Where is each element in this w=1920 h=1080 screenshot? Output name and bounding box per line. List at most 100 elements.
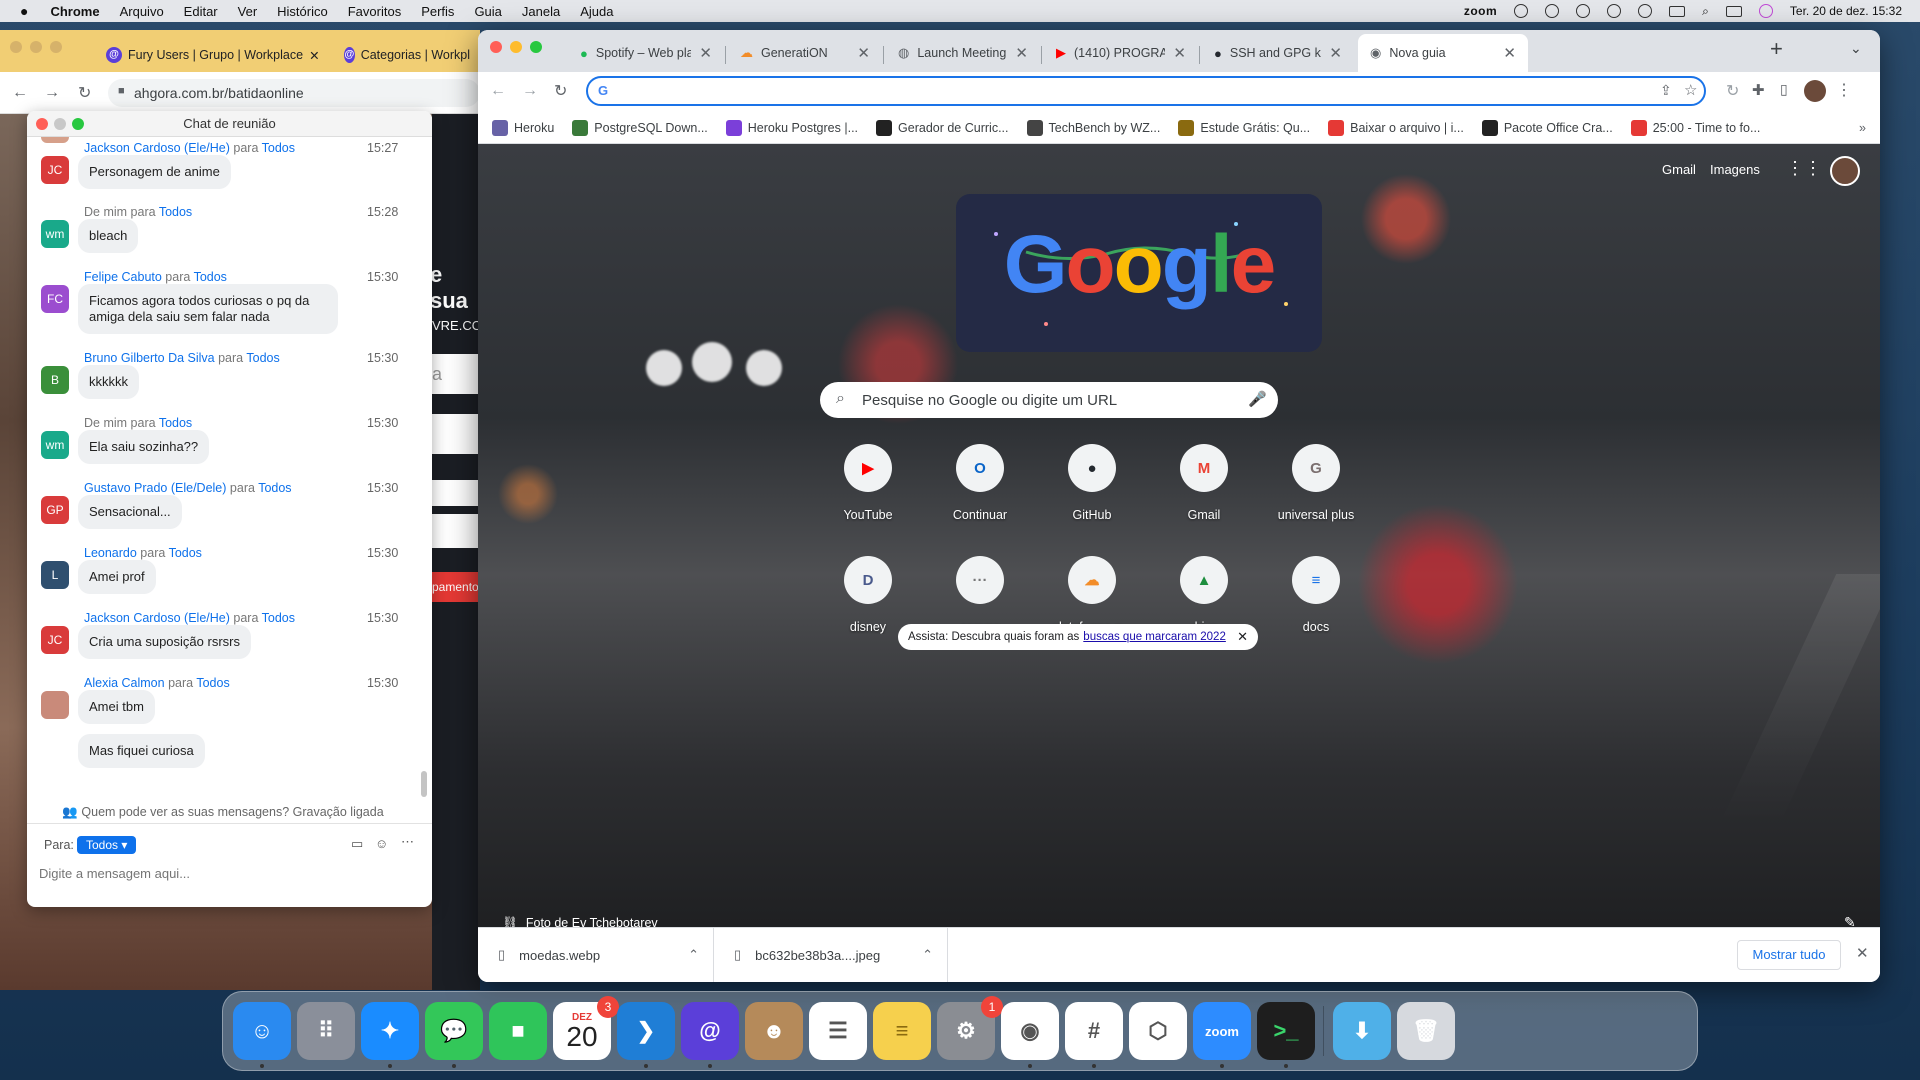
images-link[interactable]: Imagens (1710, 162, 1760, 177)
avatar[interactable]: FC (41, 285, 69, 313)
message-bubble[interactable]: Ela saiu sozinha?? (78, 430, 210, 464)
close-dot-icon[interactable] (490, 41, 502, 53)
recipient-name[interactable]: Todos (262, 141, 295, 155)
avatar[interactable]: wm (41, 431, 69, 459)
sender-name[interactable]: Felipe Cabuto (84, 270, 162, 284)
profile-avatar[interactable] (1804, 80, 1826, 102)
recipient-name[interactable]: Todos (159, 416, 192, 430)
recipient-name[interactable]: Todos (169, 546, 202, 560)
menu-item-ver[interactable]: Ver (238, 4, 258, 19)
recipient-name[interactable]: Todos (262, 611, 295, 625)
shortcut-tile[interactable]: M Gmail (1158, 444, 1250, 522)
control-center-icon[interactable] (1725, 5, 1742, 17)
bluetooth-icon[interactable] (1607, 4, 1622, 18)
insomnia-icon[interactable]: ⬡ (1129, 1002, 1187, 1060)
message-bubble[interactable]: Cria uma suposição rsrsrs (78, 625, 251, 659)
menu-app-name[interactable]: Chrome (50, 4, 99, 19)
sender-name[interactable]: Jackson Cardoso (Ele/He) (84, 611, 230, 625)
background-input[interactable]: a (432, 354, 480, 394)
bookmark-item[interactable]: PostgreSQL Down... (572, 119, 708, 136)
tab-globe[interactable]: ◍ Launch Meeting - Zoom ✕ (886, 34, 1040, 72)
wifi-off-icon[interactable] (1638, 4, 1653, 18)
tab-fury-users[interactable]: @ Fury Users | Grupo | Workplace ✕ (96, 38, 330, 72)
close-icon[interactable]: ✕ (1173, 44, 1186, 62)
bookmark-item[interactable]: Estude Grátis: Qu... (1178, 119, 1310, 136)
avatar[interactable] (41, 691, 69, 719)
extension-icon[interactable]: ↻ (1726, 81, 1739, 101)
finder-icon[interactable]: ☺ (233, 1002, 291, 1060)
sender-name[interactable]: Bruno Gilberto Da Silva (84, 351, 215, 365)
sender-name[interactable]: Alexia Calmon (84, 676, 165, 690)
shortcut-tile[interactable]: ▶ YouTube (822, 444, 914, 522)
tab-github[interactable]: ● SSH and GPG keys ✕ (1202, 34, 1354, 72)
vscode-icon[interactable]: ❯ (617, 1002, 675, 1060)
back-arrow-icon[interactable]: ← (12, 84, 28, 102)
more-icon[interactable]: ⋯ (401, 834, 414, 850)
download-item[interactable]: ▯ bc632be38b3a....jpeg ⌃ (714, 928, 948, 982)
recipient-name[interactable]: Todos (196, 676, 229, 690)
shortcut-tile[interactable]: ≡ docs (1270, 556, 1362, 634)
search-icon[interactable]: ⌕ (1702, 4, 1709, 19)
menu-item-janela[interactable]: Janela (522, 4, 560, 19)
new-tab-button[interactable]: + (1770, 36, 1783, 62)
sync-icon[interactable] (1545, 4, 1560, 18)
shortcut-tile[interactable]: O Continuar (934, 444, 1026, 522)
side-panel-icon[interactable]: ▯ (1780, 81, 1788, 98)
close-icon[interactable]: ✕ (1015, 44, 1028, 62)
avatar[interactable]: L (41, 561, 69, 589)
zoom-status-item[interactable]: zoom (1464, 4, 1497, 18)
forward-arrow-icon[interactable]: → (44, 84, 60, 102)
messages-icon[interactable]: 💬 (425, 1002, 483, 1060)
gmail-link[interactable]: Gmail (1662, 162, 1696, 177)
close-dot-icon[interactable] (10, 41, 22, 53)
message-bubble[interactable]: Personagem de anime (78, 155, 231, 189)
background-button[interactable]: pamento (432, 572, 480, 602)
google-doodle[interactable]: Google (956, 194, 1322, 352)
apps-grid-icon[interactable]: ⋮⋮ (1786, 158, 1822, 179)
puzzle-icon[interactable]: ✚ (1752, 81, 1765, 99)
menu-kebab-icon[interactable]: ⋮ (1836, 80, 1852, 100)
emoji-icon[interactable]: ☺ (375, 836, 388, 851)
recipient-name[interactable]: Todos (246, 351, 279, 365)
microphone-icon[interactable]: 🎤 (1248, 390, 1267, 408)
tab-chrome[interactable]: ◉ Nova guia ✕ (1358, 34, 1528, 72)
close-icon[interactable]: ✕ (699, 44, 712, 62)
back-arrow-icon[interactable]: ← (490, 82, 506, 100)
sender-name[interactable]: Jackson Cardoso (Ele/He) (84, 141, 230, 155)
slack-icon[interactable]: # (1065, 1002, 1123, 1060)
recipient-name[interactable]: Todos (258, 481, 291, 495)
bookmark-item[interactable]: Heroku Postgres |... (725, 119, 858, 136)
forward-arrow-icon[interactable]: → (522, 82, 538, 100)
avatar[interactable]: B (41, 366, 69, 394)
close-icon[interactable]: ✕ (857, 44, 870, 62)
tab-spotify[interactable]: ● Spotify – Web player ✕ (568, 34, 724, 72)
menu-item-arquivo[interactable]: Arquivo (120, 4, 164, 19)
message-bubble[interactable]: Amei prof (78, 560, 156, 594)
trash-icon[interactable]: 🗑 (1397, 1002, 1455, 1060)
tab-search-icon[interactable]: ⌄ (1850, 40, 1862, 57)
menu-item-perfis[interactable]: Perfis (421, 4, 454, 19)
bookmark-item[interactable]: Heroku (492, 119, 554, 136)
minimize-dot-icon[interactable] (30, 41, 42, 53)
shortcut-tile[interactable]: Ddisney (822, 556, 914, 634)
privacy-notice[interactable]: 👥 Quem pode ver as suas mensagens? Grava… (27, 805, 419, 820)
message-bubble[interactable]: bleach (78, 219, 139, 253)
terminal-icon[interactable]: >_ (1257, 1002, 1315, 1060)
close-icon[interactable]: ✕ (1237, 629, 1248, 645)
close-icon[interactable]: ✕ (1856, 944, 1869, 962)
contacts-icon[interactable]: ☻ (745, 1002, 803, 1060)
zoom-dot-icon[interactable] (72, 118, 84, 130)
chevron-up-icon[interactable]: ⌃ (922, 947, 933, 963)
bookmark-item[interactable]: TechBench by WZ... (1026, 119, 1160, 136)
bookmark-star-icon[interactable]: ☆ (1684, 81, 1697, 99)
recipient-dropdown[interactable]: Todos ▾ (77, 836, 137, 854)
battery-icon[interactable] (1669, 5, 1686, 17)
shortcut-tile[interactable]: ···canvas (934, 556, 1026, 634)
background-input[interactable] (432, 480, 480, 506)
show-all-button[interactable]: Mostrar tudo (1737, 940, 1841, 970)
apple-icon[interactable]: ● (20, 3, 28, 19)
share-icon[interactable]: ⇪ (1660, 82, 1672, 99)
tab-categorias[interactable]: @ Categorias | Workpl (334, 38, 480, 72)
message-bubble[interactable]: Ficamos agora todos curiosas o pq da ami… (78, 284, 338, 334)
safari-icon[interactable]: ✦ (361, 1002, 419, 1060)
